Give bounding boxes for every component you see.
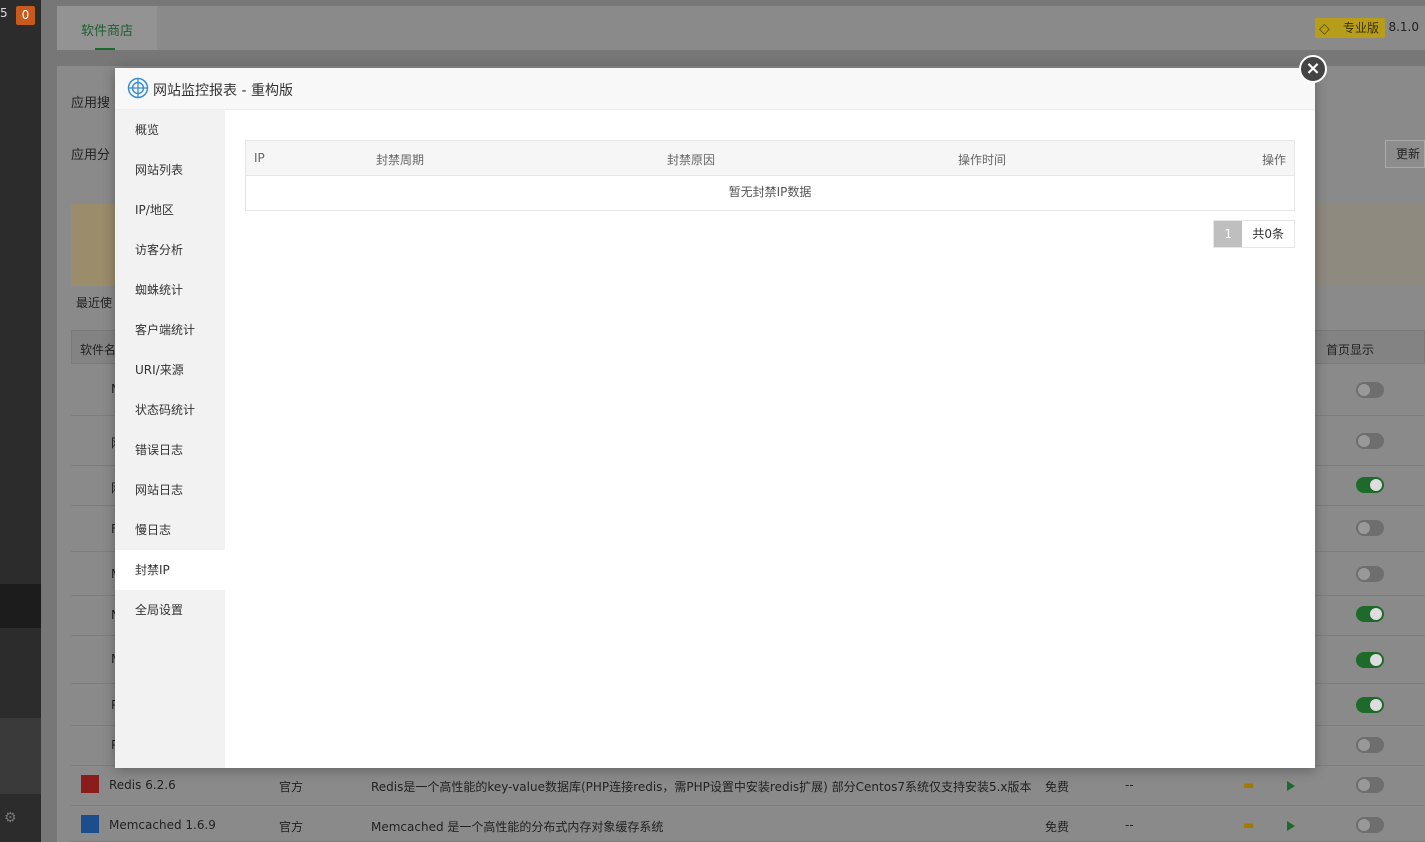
tab-label: 软件商店 <box>81 24 134 39</box>
modal-title: 网站监控报表 - 重构版 <box>153 83 293 99</box>
row-desc: Memcached 是一个高性能的分布式内存对象缓存系统 <box>371 820 664 834</box>
home-display-toggle[interactable] <box>1356 817 1384 833</box>
row-type: 官方 <box>279 780 304 794</box>
home-display-toggle[interactable] <box>1356 737 1384 753</box>
menu-item-spider-stats[interactable]: 蜘蛛统计 <box>115 270 225 310</box>
banned-ip-table: IP 封禁周期 封禁原因 操作时间 操作 暂无封禁IP数据 <box>245 140 1295 211</box>
home-display-toggle[interactable] <box>1356 477 1384 493</box>
top-bar: 软件商店 ◇ 专业版 8.1.0 <box>57 6 1425 50</box>
gear-icon[interactable]: ⚙ <box>4 810 17 826</box>
pagination: 1 共0条 <box>1213 220 1295 248</box>
empty-state-text: 暂无封禁IP数据 <box>728 185 812 199</box>
play-icon[interactable] <box>1287 781 1295 791</box>
col-home-display: 首页显示 <box>1326 343 1375 357</box>
tab-software-store[interactable]: 软件商店 <box>57 6 157 50</box>
home-display-toggle[interactable] <box>1356 606 1384 622</box>
site-monitor-modal: 网站监控报表 - 重构版 概览 网站列表 IP/地区 访客分析 蜘蛛统计 客户端… <box>115 68 1315 768</box>
sidebar-item-active[interactable] <box>0 584 41 628</box>
col-ban-period: 封禁周期 <box>376 153 425 167</box>
total-count: 共0条 <box>1242 221 1294 247</box>
update-button[interactable]: 更新 <box>1385 140 1425 168</box>
home-display-toggle[interactable] <box>1356 382 1384 398</box>
promo-thumbnail <box>71 204 117 286</box>
play-icon[interactable] <box>1287 821 1295 831</box>
home-display-toggle[interactable] <box>1356 566 1384 582</box>
row-name: Redis 6.2.6 <box>109 778 176 792</box>
modal-header: 网站监控报表 - 重构版 <box>115 68 1315 110</box>
search-label: 应用搜 <box>71 96 111 111</box>
pro-label: 专业版 <box>1342 21 1379 35</box>
main-sidebar: 5 0 ⚙ <box>0 0 41 842</box>
close-icon[interactable]: × <box>1299 55 1327 83</box>
col-ban-reason: 封禁原因 <box>667 153 716 167</box>
col-operate-time: 操作时间 <box>958 153 1007 167</box>
row-desc: Redis是一个高性能的key-value数据库(PHP连接redis，需PHP… <box>371 780 1032 794</box>
menu-item-uri-source[interactable]: URI/来源 <box>115 350 225 390</box>
row-price: 免费 <box>1045 820 1070 834</box>
menu-item-site-log[interactable]: 网站日志 <box>115 470 225 510</box>
banned-ip-panel: IP 封禁周期 封禁原因 操作时间 操作 暂无封禁IP数据 1 共0条 <box>245 140 1295 248</box>
menu-item-visitor-analysis[interactable]: 访客分析 <box>115 230 225 270</box>
version-label: 8.1.0 <box>1388 20 1419 34</box>
row-expire: -- <box>1125 778 1134 792</box>
sidebar-item-group[interactable] <box>0 718 41 794</box>
row-price: 免费 <box>1045 780 1070 794</box>
diamond-icon: ◇ <box>1318 21 1330 37</box>
page-button-current[interactable]: 1 <box>1214 221 1243 247</box>
category-label: 应用分 <box>71 148 111 163</box>
col-action: 操作 <box>1261 153 1286 167</box>
menu-item-ip-region[interactable]: IP/地区 <box>115 190 225 230</box>
menu-item-site-list[interactable]: 网站列表 <box>115 150 225 190</box>
tab-underline <box>95 48 115 50</box>
menu-item-banned-ip[interactable]: 封禁IP <box>115 550 225 590</box>
redis-icon <box>81 775 99 793</box>
menu-item-client-stats[interactable]: 客户端统计 <box>115 310 225 350</box>
memcached-icon <box>81 815 99 833</box>
menu-item-error-log[interactable]: 错误日志 <box>115 430 225 470</box>
menu-item-slow-log[interactable]: 慢日志 <box>115 510 225 550</box>
home-display-toggle[interactable] <box>1356 777 1384 793</box>
home-display-toggle[interactable] <box>1356 697 1384 713</box>
menu-item-status-code[interactable]: 状态码统计 <box>115 390 225 430</box>
menu-item-overview[interactable]: 概览 <box>115 110 225 150</box>
notification-badge[interactable]: 0 <box>16 6 35 25</box>
folder-icon[interactable]: ▬ <box>1243 818 1254 832</box>
monitor-logo-icon <box>127 77 149 99</box>
row-expire: -- <box>1125 818 1134 832</box>
table-row-memcached: Memcached 1.6.9 官方 Memcached 是一个高性能的分布式内… <box>71 806 1425 842</box>
modal-side-menu: 概览 网站列表 IP/地区 访客分析 蜘蛛统计 客户端统计 URI/来源 状态码… <box>115 110 225 768</box>
table-header: IP 封禁周期 封禁原因 操作时间 操作 <box>246 141 1294 176</box>
recent-label: 最近使 <box>76 296 113 310</box>
home-display-toggle[interactable] <box>1356 652 1384 668</box>
col-name: 软件名 <box>80 343 117 357</box>
table-row-redis: Redis 6.2.6 官方 Redis是一个高性能的key-value数据库(… <box>71 766 1425 806</box>
home-display-toggle[interactable] <box>1356 433 1384 449</box>
menu-item-global-settings[interactable]: 全局设置 <box>115 590 225 630</box>
row-type: 官方 <box>279 820 304 834</box>
folder-icon[interactable]: ▬ <box>1243 778 1254 792</box>
row-name: Memcached 1.6.9 <box>109 818 216 832</box>
col-ip: IP <box>254 151 265 165</box>
sidebar-fragment: 5 <box>0 6 8 20</box>
pro-edition-badge[interactable]: ◇ 专业版 <box>1314 18 1385 38</box>
home-display-toggle[interactable] <box>1356 520 1384 536</box>
